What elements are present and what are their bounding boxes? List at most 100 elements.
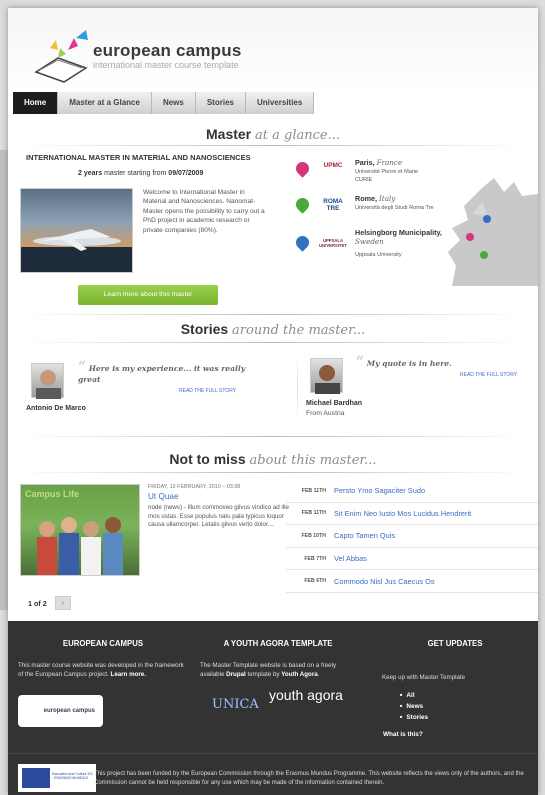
unica-logo[interactable]: UNICA: [212, 697, 259, 712]
airplane-image: [20, 188, 133, 273]
section-divider: [18, 472, 528, 473]
nav-news[interactable]: News: [151, 92, 196, 114]
european-campus-logo-text: european campus: [43, 708, 95, 714]
news-date: FRIDAY, 12 FEBRUARY, 2010 – 03:38: [148, 484, 241, 490]
event-date: FEB 7TH: [304, 555, 326, 562]
master-title-main: Master: [206, 126, 252, 142]
campus-life-image[interactable]: Campus Life: [20, 484, 140, 576]
news-teaser: node (news) - Illum commoveo gilvus vind…: [148, 504, 289, 529]
footer-divider: [8, 753, 538, 754]
youth-agora-link[interactable]: Youth Agora: [281, 671, 317, 678]
eu-flag-icon: [22, 768, 50, 788]
event-title-link[interactable]: Vel Abbas: [334, 554, 367, 563]
footer-updates-text: Keep up with Master Template: [382, 674, 466, 681]
learn-more-button[interactable]: Learn more about this master: [78, 285, 218, 305]
footer-heading: EUROPEAN CAMPUS: [62, 639, 144, 648]
event-date: FEB 11TH: [301, 510, 326, 517]
section-divider: [18, 145, 528, 146]
event-item[interactable]: FEB 6TH Commodo Nisl Jus Caecus Os: [286, 570, 538, 593]
section-divider: [18, 342, 528, 343]
section-divider: [18, 314, 528, 315]
map-pin-icon: [293, 159, 312, 178]
event-title-link[interactable]: Commodo Nisl Jus Caecus Os: [334, 577, 435, 586]
story-author-origin: From Austria: [306, 410, 345, 417]
avatar[interactable]: [310, 358, 343, 394]
event-item[interactable]: FEB 7TH Vel Abbas: [286, 548, 538, 571]
story-author[interactable]: Michael Bardhan: [306, 400, 362, 407]
pager-next-button[interactable]: ›: [54, 596, 71, 610]
eu-logo-text: Education and Culture DG · ERASMUS MUNDU…: [52, 772, 93, 780]
event-title-link[interactable]: Capto Tamen Quis: [334, 531, 395, 540]
read-full-story-link[interactable]: READ THE FULL STORY: [460, 372, 517, 378]
event-date: FEB 11TH: [301, 487, 326, 494]
map-pin-icon: [293, 195, 312, 214]
news-title-link[interactable]: Ut Quae: [148, 492, 179, 501]
master-title-sub: at a glance...: [255, 128, 340, 143]
brand-name[interactable]: european campus: [93, 41, 242, 61]
section-divider: [18, 436, 528, 437]
main-nav: Home Master at a Glance News Stories Uni…: [13, 92, 315, 114]
events-list: FEB 11TH Persto Ymo Sagaciter Sudo FEB 11…: [286, 480, 538, 593]
footer-heading: GET UPDATES: [427, 639, 483, 648]
stories-section-title: Stories around the master...: [8, 321, 538, 338]
news-section-title: Not to miss about this master...: [8, 451, 538, 468]
event-item[interactable]: FEB 11TH Persto Ymo Sagaciter Sudo: [286, 480, 538, 503]
page: european campus international master cou…: [8, 8, 538, 795]
youth-agora-logo[interactable]: youth agora: [269, 688, 343, 702]
story-quote: “ My quote is in here.: [356, 354, 452, 370]
footer-template-text: The Master Template website is based on …: [200, 662, 337, 679]
footer-about-text: This master course website was developed…: [18, 662, 184, 679]
site-header: european campus international master cou…: [8, 8, 538, 92]
location-city: Helsingborg Municipality, Sweden: [355, 228, 442, 246]
stories-title-main: Stories: [180, 321, 229, 337]
what-is-this-link[interactable]: What is this?: [383, 731, 423, 738]
pager-label: 1 of 2: [28, 598, 47, 608]
event-date: FEB 6TH: [304, 578, 326, 585]
pager: 1 of 2 ›: [28, 596, 71, 610]
eu-erasmus-logo: Education and Culture DG · ERASMUS MUNDU…: [18, 764, 96, 792]
site-footer: EUROPEAN CAMPUS This master course websi…: [8, 621, 538, 795]
feed-list: All News Stories: [400, 690, 428, 723]
europe-map[interactable]: [442, 158, 538, 286]
nav-master-at-a-glance[interactable]: Master at a Glance: [58, 92, 152, 114]
news-title-main: Not to miss: [169, 451, 246, 467]
stories-title-sub: around the master...: [232, 323, 366, 338]
funding-disclaimer: This project has been funded by the Euro…: [94, 771, 524, 786]
event-date: FEB 10TH: [301, 532, 326, 539]
master-section-title: Master at a glance...: [8, 126, 538, 143]
location-university: Université Pierre et Marie CURIE: [355, 169, 419, 183]
feed-all-link[interactable]: All: [400, 690, 428, 701]
program-title: INTERNATIONAL MASTER IN MATERIAL AND NAN…: [26, 153, 251, 162]
nav-universities[interactable]: Universities: [245, 92, 315, 114]
location-rome[interactable]: ROMA TRE Rome, Italy Università degli St…: [293, 194, 446, 230]
welcome-text: Welcome to International Master in Mater…: [143, 189, 265, 234]
location-university: Università degli Studi Roma Tre: [355, 205, 434, 211]
feed-stories-link[interactable]: Stories: [400, 712, 428, 723]
stories-divider: [297, 353, 298, 423]
event-item[interactable]: FEB 10TH Capto Tamen Quis: [286, 525, 538, 548]
read-full-story-link[interactable]: READ THE FULL STORY: [179, 388, 236, 394]
book-butterflies-logo-icon[interactable]: [28, 24, 98, 86]
story-author[interactable]: Antonio De Marco: [26, 405, 86, 412]
map-pin-icon: [293, 233, 312, 252]
location-paris[interactable]: UPMC Paris, France Université Pierre et …: [293, 158, 446, 194]
event-title-link[interactable]: Sit Enim Neo Iusto Mos Lucidus Hendrerit: [334, 509, 471, 518]
location-university: Uppsala University: [355, 252, 402, 258]
upmc-logo: UPMC: [323, 162, 343, 169]
event-item[interactable]: FEB 11TH Sit Enim Neo Iusto Mos Lucidus H…: [286, 503, 538, 526]
location-city: Paris, France: [355, 158, 403, 167]
learn-more-link[interactable]: Learn more.: [111, 671, 146, 678]
story-quote: “ Here is my experience... it was really…: [78, 359, 246, 384]
brand-tagline: international master course template: [93, 60, 239, 70]
event-title-link[interactable]: Persto Ymo Sagaciter Sudo: [334, 486, 425, 495]
feed-news-link[interactable]: News: [400, 701, 428, 712]
nav-stories[interactable]: Stories: [195, 92, 246, 114]
program-duration: 2 years master starting from 09/07/2009: [78, 170, 204, 177]
location-helsingborg[interactable]: UPPSALA UNIVERSITET Helsingborg Municipa…: [293, 228, 446, 270]
european-campus-logo[interactable]: european campus: [18, 695, 103, 727]
avatar[interactable]: [31, 363, 64, 399]
footer-heading: A YOUTH AGORA TEMPLATE: [223, 639, 333, 648]
nav-home[interactable]: Home: [13, 92, 59, 114]
news-title-sub: about this master...: [249, 453, 377, 468]
uppsala-logo: UPPSALA UNIVERSITET: [319, 238, 347, 248]
